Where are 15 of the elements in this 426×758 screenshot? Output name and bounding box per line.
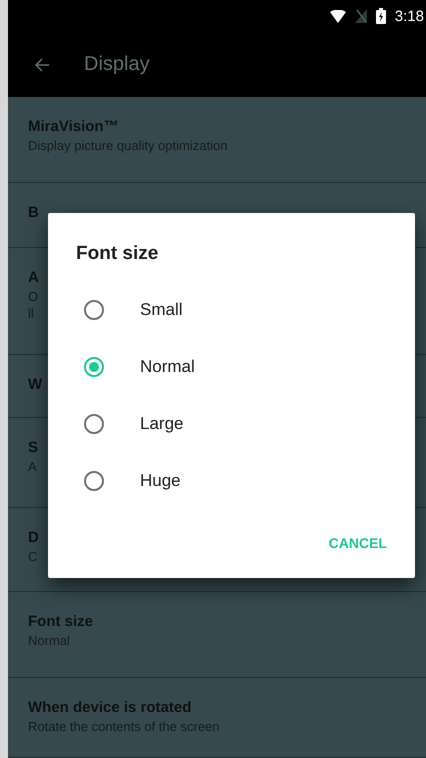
dialog-title: Font size bbox=[76, 243, 160, 265]
option-label: Small bbox=[140, 300, 183, 320]
screen-title: Display bbox=[84, 53, 150, 76]
option-label: Large bbox=[140, 414, 184, 434]
option-label: Huge bbox=[140, 470, 181, 490]
setting-title: When device is rotated bbox=[28, 698, 192, 718]
option-label: Normal bbox=[140, 356, 195, 376]
clock-time: 3:18 bbox=[394, 8, 424, 24]
setting-title: S bbox=[28, 438, 38, 458]
setting-title: Font size bbox=[28, 612, 94, 632]
setting-title: B bbox=[28, 203, 39, 223]
setting-title: MiraVision™ bbox=[28, 117, 119, 137]
setting-title: D bbox=[28, 528, 39, 548]
setting-title: A bbox=[28, 268, 39, 288]
setting-title: W bbox=[28, 375, 42, 395]
